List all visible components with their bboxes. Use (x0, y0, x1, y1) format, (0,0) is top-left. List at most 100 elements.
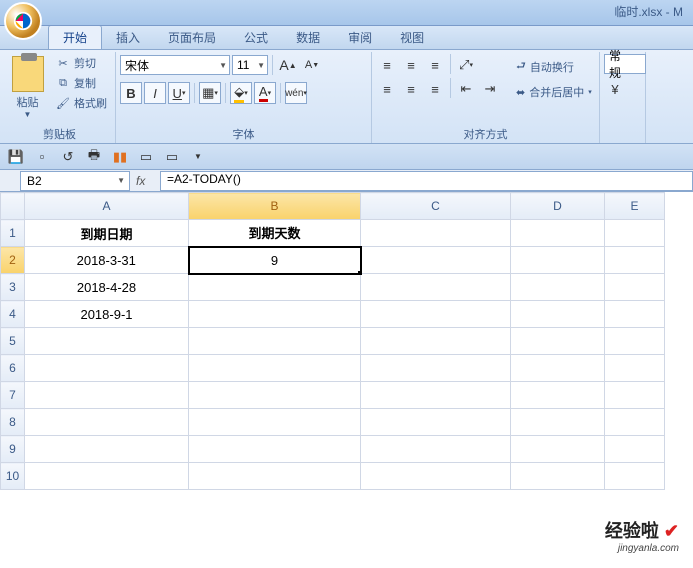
cell-D7[interactable] (511, 382, 605, 409)
new-button[interactable]: ▫ (32, 147, 52, 167)
row-header-8[interactable]: 8 (1, 409, 25, 436)
cell-D6[interactable] (511, 355, 605, 382)
phonetic-button[interactable]: wén▾ (285, 82, 307, 104)
cell-C7[interactable] (361, 382, 511, 409)
select-all-corner[interactable] (1, 193, 25, 220)
orientation-button[interactable]: ⤢▾ (455, 54, 477, 76)
cell-B2[interactable]: 9 (189, 247, 361, 274)
align-center-button[interactable]: ≡ (400, 78, 422, 100)
cell-C1[interactable] (361, 220, 511, 247)
cell-B9[interactable] (189, 436, 361, 463)
row-header-2[interactable]: 2 (1, 247, 25, 274)
align-right-button[interactable]: ≡ (424, 78, 446, 100)
cell-A9[interactable] (25, 436, 189, 463)
row-header-9[interactable]: 9 (1, 436, 25, 463)
cell-D3[interactable] (511, 274, 605, 301)
col-header-A[interactable]: A (25, 193, 189, 220)
row-header-3[interactable]: 3 (1, 274, 25, 301)
fill-color-button[interactable]: ⬙▾ (230, 82, 252, 104)
align-bottom-button[interactable]: ≡ (424, 54, 446, 76)
borders-button[interactable]: ▦▾ (199, 82, 221, 104)
qat-misc-button[interactable]: ▭ (136, 147, 156, 167)
merge-center-button[interactable]: ⬌合并后居中▾ (511, 81, 597, 103)
tab-data[interactable]: 数据 (282, 26, 334, 49)
col-header-C[interactable]: C (361, 193, 511, 220)
tab-home[interactable]: 开始 (48, 25, 102, 49)
cell-B7[interactable] (189, 382, 361, 409)
save-button[interactable]: 💾 (6, 147, 26, 167)
worksheet-grid[interactable]: A B C D E 1 到期日期 到期天数 2 2018-3-31 9 3 20… (0, 192, 693, 490)
cell-E7[interactable] (605, 382, 665, 409)
align-top-button[interactable]: ≡ (376, 54, 398, 76)
row-header-6[interactable]: 6 (1, 355, 25, 382)
copy-button[interactable]: ⧉复制 (51, 74, 111, 92)
cell-C10[interactable] (361, 463, 511, 490)
cell-D2[interactable] (511, 247, 605, 274)
cell-B8[interactable] (189, 409, 361, 436)
cell-D9[interactable] (511, 436, 605, 463)
print-button[interactable]: 🖶 (84, 147, 104, 167)
paste-button[interactable]: 粘贴 ▼ (8, 54, 47, 125)
qat-more-button[interactable]: ▼ (188, 147, 208, 167)
font-name-combo[interactable]: 宋体▼ (120, 55, 230, 75)
col-header-D[interactable]: D (511, 193, 605, 220)
formula-bar[interactable]: =A2-TODAY() (160, 171, 693, 191)
cell-C5[interactable] (361, 328, 511, 355)
cell-E4[interactable] (605, 301, 665, 328)
bold-button[interactable]: B (120, 82, 142, 104)
cell-A5[interactable] (25, 328, 189, 355)
row-header-1[interactable]: 1 (1, 220, 25, 247)
cell-E6[interactable] (605, 355, 665, 382)
cell-A1[interactable]: 到期日期 (25, 220, 189, 247)
cell-B3[interactable] (189, 274, 361, 301)
cell-A3[interactable]: 2018-4-28 (25, 274, 189, 301)
increase-indent-button[interactable]: ⇥ (479, 78, 501, 100)
shrink-font-button[interactable]: A▼ (301, 54, 323, 76)
italic-button[interactable]: I (144, 82, 166, 104)
row-header-5[interactable]: 5 (1, 328, 25, 355)
align-middle-button[interactable]: ≡ (400, 54, 422, 76)
chart-button[interactable]: ▮▮ (110, 147, 130, 167)
cell-A6[interactable] (25, 355, 189, 382)
cell-D8[interactable] (511, 409, 605, 436)
format-painter-button[interactable]: 🖌格式刷 (51, 94, 111, 112)
cell-E1[interactable] (605, 220, 665, 247)
cell-C9[interactable] (361, 436, 511, 463)
decrease-indent-button[interactable]: ⇤ (455, 78, 477, 100)
cut-button[interactable]: ✂剪切 (51, 54, 111, 72)
cell-A2[interactable]: 2018-3-31 (25, 247, 189, 274)
name-box[interactable]: B2▼ (20, 171, 130, 191)
cell-A4[interactable]: 2018-9-1 (25, 301, 189, 328)
office-button[interactable] (4, 2, 42, 40)
tab-insert[interactable]: 插入 (102, 26, 154, 49)
cell-E5[interactable] (605, 328, 665, 355)
cell-B4[interactable] (189, 301, 361, 328)
tab-view[interactable]: 视图 (386, 26, 438, 49)
cell-A8[interactable] (25, 409, 189, 436)
col-header-E[interactable]: E (605, 193, 665, 220)
cell-C3[interactable] (361, 274, 511, 301)
cell-C8[interactable] (361, 409, 511, 436)
row-header-7[interactable]: 7 (1, 382, 25, 409)
currency-button[interactable]: ¥ (604, 78, 626, 100)
qat-misc2-button[interactable]: ▭ (162, 147, 182, 167)
col-header-B[interactable]: B (189, 193, 361, 220)
align-left-button[interactable]: ≡ (376, 78, 398, 100)
font-color-button[interactable]: A▾ (254, 82, 276, 104)
cell-C2[interactable] (361, 247, 511, 274)
tab-layout[interactable]: 页面布局 (154, 26, 230, 49)
fx-icon[interactable]: fx (136, 174, 154, 188)
cell-B6[interactable] (189, 355, 361, 382)
number-format-combo[interactable]: 常规 (604, 54, 646, 74)
tab-review[interactable]: 审阅 (334, 26, 386, 49)
grow-font-button[interactable]: A▲ (277, 54, 299, 76)
row-header-4[interactable]: 4 (1, 301, 25, 328)
wrap-text-button[interactable]: ⮐自动换行 (511, 54, 597, 79)
cell-B1[interactable]: 到期天数 (189, 220, 361, 247)
tab-formula[interactable]: 公式 (230, 26, 282, 49)
cell-A7[interactable] (25, 382, 189, 409)
cell-C6[interactable] (361, 355, 511, 382)
cell-D1[interactable] (511, 220, 605, 247)
cell-E2[interactable] (605, 247, 665, 274)
qat-button[interactable]: ↺ (58, 147, 78, 167)
